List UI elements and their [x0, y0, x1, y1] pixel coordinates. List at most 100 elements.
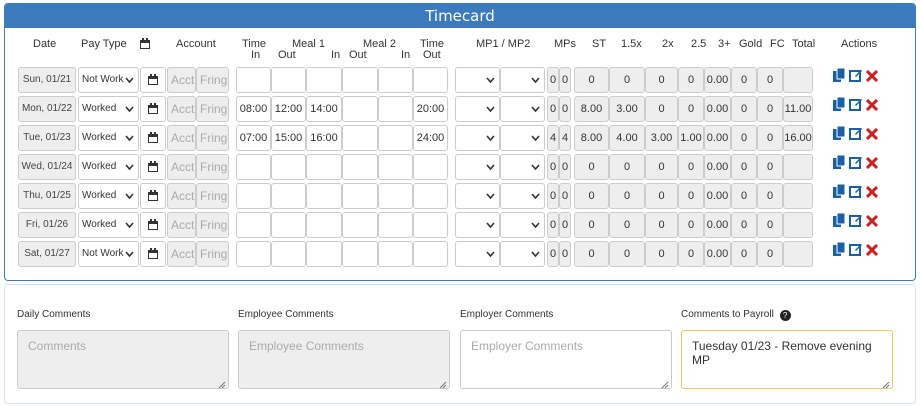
copy-icon[interactable]: [833, 96, 846, 116]
calendar-icon[interactable]: [140, 67, 166, 93]
meal1-out-input[interactable]: [271, 241, 306, 267]
delete-icon[interactable]: [865, 156, 879, 174]
edit-icon[interactable]: [849, 155, 863, 174]
meal2-out-input[interactable]: [342, 241, 378, 267]
resize-grip-icon[interactable]: [661, 378, 669, 389]
resize-grip-icon[interactable]: [439, 378, 447, 389]
resize-grip-icon[interactable]: [218, 378, 226, 389]
payroll-comments-field[interactable]: Tuesday 01/23 - Remove evening MP: [681, 330, 893, 389]
mp2-select[interactable]: [500, 183, 545, 209]
meal1-in-input[interactable]: [306, 183, 342, 209]
mp2-select[interactable]: [500, 67, 545, 93]
meal2-out-input[interactable]: [342, 67, 378, 93]
time-out-input[interactable]: 20:00: [413, 96, 448, 122]
account-input[interactable]: Acct: [167, 67, 196, 93]
edit-icon[interactable]: [849, 97, 863, 116]
daily-comments-field[interactable]: Comments: [17, 330, 229, 389]
delete-icon[interactable]: [865, 243, 879, 261]
meal2-in-input[interactable]: [378, 125, 413, 151]
mp1-select[interactable]: [455, 241, 500, 267]
fringe-input[interactable]: Fringe: [196, 96, 229, 122]
time-in-input[interactable]: 07:00: [236, 125, 271, 151]
pay-type-select[interactable]: Worked: [78, 96, 139, 122]
mp1-select[interactable]: [455, 183, 500, 209]
meal1-out-input[interactable]: 15:00: [271, 125, 306, 151]
edit-icon[interactable]: [849, 213, 863, 232]
meal2-out-input[interactable]: [342, 154, 378, 180]
calendar-icon[interactable]: [140, 212, 166, 238]
resize-grip-icon[interactable]: [882, 378, 890, 389]
time-in-input[interactable]: [236, 212, 271, 238]
pay-type-select[interactable]: Worked: [78, 125, 139, 151]
meal2-in-input[interactable]: [378, 241, 413, 267]
time-in-input[interactable]: [236, 67, 271, 93]
edit-icon[interactable]: [849, 242, 863, 261]
fringe-input[interactable]: Fringe: [196, 125, 229, 151]
mp1-select[interactable]: [455, 96, 500, 122]
calendar-icon[interactable]: [140, 154, 166, 180]
delete-icon[interactable]: [865, 69, 879, 87]
delete-icon[interactable]: [865, 127, 879, 145]
meal1-in-input[interactable]: 14:00: [306, 96, 342, 122]
copy-icon[interactable]: [833, 125, 846, 145]
meal2-out-input[interactable]: [342, 96, 378, 122]
meal1-in-input[interactable]: [306, 154, 342, 180]
account-input[interactable]: Acct: [167, 241, 196, 267]
calendar-icon[interactable]: [140, 96, 166, 122]
edit-icon[interactable]: [849, 184, 863, 203]
time-in-input[interactable]: [236, 241, 271, 267]
mp1-select[interactable]: [455, 154, 500, 180]
meal2-out-input[interactable]: [342, 125, 378, 151]
time-out-input[interactable]: 24:00: [413, 125, 448, 151]
time-out-input[interactable]: [413, 154, 448, 180]
meal1-out-input[interactable]: [271, 154, 306, 180]
mp2-select[interactable]: [500, 154, 545, 180]
copy-icon[interactable]: [833, 154, 846, 174]
calendar-icon[interactable]: [140, 125, 166, 151]
calendar-icon[interactable]: [140, 183, 166, 209]
mp1-select[interactable]: [455, 67, 500, 93]
fringe-input[interactable]: Fringe: [196, 212, 229, 238]
meal1-out-input[interactable]: 12:00: [271, 96, 306, 122]
calendar-icon[interactable]: [140, 241, 166, 267]
fringe-input[interactable]: Fringe: [196, 183, 229, 209]
account-input[interactable]: Acct: [167, 96, 196, 122]
account-input[interactable]: Acct: [167, 125, 196, 151]
meal2-in-input[interactable]: [378, 212, 413, 238]
mp2-select[interactable]: [500, 125, 545, 151]
delete-icon[interactable]: [865, 185, 879, 203]
fringe-input[interactable]: Fringe: [196, 241, 229, 267]
copy-icon[interactable]: [833, 67, 846, 87]
meal1-out-input[interactable]: [271, 212, 306, 238]
edit-icon[interactable]: [849, 68, 863, 87]
meal1-out-input[interactable]: [271, 183, 306, 209]
fringe-input[interactable]: Fringe: [196, 67, 229, 93]
meal2-in-input[interactable]: [378, 96, 413, 122]
meal2-out-input[interactable]: [342, 183, 378, 209]
pay-type-select[interactable]: Worked: [78, 154, 139, 180]
meal2-in-input[interactable]: [378, 183, 413, 209]
time-out-input[interactable]: [413, 241, 448, 267]
copy-icon[interactable]: [833, 212, 846, 232]
pay-type-select[interactable]: Worked: [78, 212, 139, 238]
delete-icon[interactable]: [865, 214, 879, 232]
meal1-in-input[interactable]: 16:00: [306, 125, 342, 151]
mp1-select[interactable]: [455, 125, 500, 151]
meal1-in-input[interactable]: [306, 241, 342, 267]
time-out-input[interactable]: [413, 67, 448, 93]
help-icon[interactable]: ?: [779, 310, 791, 321]
account-input[interactable]: Acct: [167, 212, 196, 238]
copy-icon[interactable]: [833, 183, 846, 203]
meal1-in-input[interactable]: [306, 67, 342, 93]
mp1-select[interactable]: [455, 212, 500, 238]
edit-icon[interactable]: [849, 126, 863, 145]
time-in-input[interactable]: [236, 154, 271, 180]
meal1-out-input[interactable]: [271, 67, 306, 93]
time-in-input[interactable]: 08:00: [236, 96, 271, 122]
fringe-input[interactable]: Fringe: [196, 154, 229, 180]
delete-icon[interactable]: [865, 98, 879, 116]
mp2-select[interactable]: [500, 212, 545, 238]
copy-icon[interactable]: [833, 241, 846, 261]
meal2-out-input[interactable]: [342, 212, 378, 238]
meal2-in-input[interactable]: [378, 154, 413, 180]
